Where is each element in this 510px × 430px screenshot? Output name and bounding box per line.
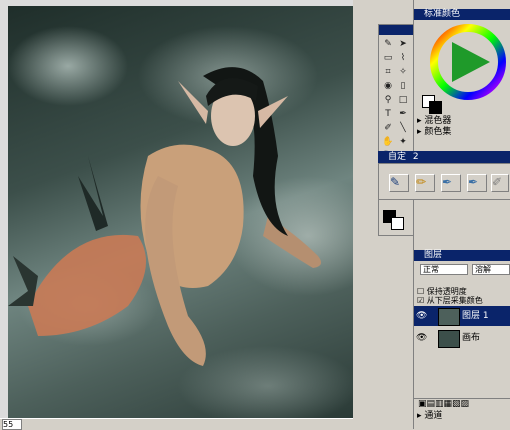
pen-tool-icon[interactable]: ✒ [397, 108, 409, 120]
layer-thumbnail [438, 330, 460, 348]
brush-tool-icon[interactable]: ✎ [382, 38, 394, 50]
painting-canvas[interactable] [8, 6, 353, 418]
shape-tool-icon[interactable]: □ [397, 94, 409, 106]
status-bar [0, 418, 353, 430]
brush-icon: ✎ [390, 175, 401, 189]
brush-variant-4[interactable]: ✒ [467, 174, 487, 192]
eye-icon[interactable]: 👁 [416, 333, 427, 343]
layer-actions-icons[interactable]: ▣▤▥▦▧▨ [418, 399, 469, 409]
brush-variant-2[interactable]: ✏ [415, 174, 435, 192]
mermaid-painting [8, 67, 322, 366]
blend-mode-select[interactable]: 正常 [420, 264, 468, 275]
select-tool-icon[interactable]: ➤ [397, 38, 409, 50]
pick-up-underlying-label: 从下层采集颜色 [426, 296, 483, 305]
composite-select[interactable]: 溶解 [472, 264, 510, 275]
layer-row-2[interactable]: 👁 画布 [414, 328, 510, 348]
brush-variant-1[interactable]: ✎ [389, 174, 409, 192]
crop-tool-icon[interactable]: ⌗ [382, 66, 394, 78]
magic-wand-icon[interactable]: ✧ [397, 66, 409, 78]
transform-tool-icon[interactable]: ✦ [397, 136, 409, 148]
brush-panel-title-bar[interactable]: 自定 2 [378, 151, 510, 163]
channels-row[interactable]: ▸ 通道 [417, 411, 442, 422]
pen-icon: ✒ [442, 175, 453, 189]
text-tool-icon[interactable]: T [382, 108, 394, 120]
layer-thumbnail [438, 308, 460, 326]
colorset-row[interactable]: ▸ 颜色集 [417, 127, 451, 138]
dropper-tool-icon[interactable]: ⚲ [382, 94, 394, 106]
brush-panel-count: 2 [412, 152, 419, 162]
line-tool-icon[interactable]: ╲ [397, 122, 409, 134]
colorset-label: 颜色集 [424, 127, 452, 137]
layer-row-1[interactable]: 👁 图层 1 [414, 306, 510, 326]
color-wheel[interactable] [428, 22, 508, 102]
zoom-field[interactable]: 55 [2, 419, 22, 430]
pencil-icon: ✏ [416, 175, 427, 189]
color-panel-title: 标准颜色 [424, 9, 461, 19]
toolbox-title-bar[interactable] [379, 25, 413, 35]
secondary-color-swatch[interactable] [391, 217, 404, 230]
layers-panel-title-bar[interactable]: 图层 [414, 250, 510, 261]
layers-toolbar: ▣▤▥▦▧▨ [414, 398, 510, 411]
right-dock: 标准颜色 ▸ 混色器 ▸ 颜色集 自定 2 ✎ ✏ ✒ ✒ ✐ 图层 正常 溶解… [378, 0, 510, 429]
brush-variant-3[interactable]: ✒ [441, 174, 461, 192]
layers-panel-title: 图层 [424, 250, 443, 260]
layer-name: 图层 1 [462, 311, 489, 321]
lasso-tool-icon[interactable]: ⌇ [397, 52, 409, 64]
blender-icon: ✐ [492, 175, 503, 189]
paint-bucket-icon[interactable]: ◉ [382, 80, 394, 92]
brush-panel-title: 自定 [388, 152, 407, 162]
canvas-area [0, 0, 353, 418]
brush-variants: ✎ ✏ ✒ ✒ ✐ [378, 163, 510, 200]
pick-up-underlying-row[interactable]: ☑ 从下层采集颜色 [417, 295, 483, 306]
layer-name: 画布 [462, 333, 481, 343]
color-panel-title-bar[interactable]: 标准颜色 [414, 9, 510, 20]
color-wheel-icon [430, 24, 506, 100]
toolbox-palette: ✎ ➤ ▭ ⌇ ⌗ ✧ ◉ ▯ ⚲ □ T ✒ ✐ ╲ ✋ ✦ 🔍 ☜ [378, 24, 414, 236]
smudge-tool-icon[interactable]: ✋ [382, 136, 394, 148]
color-main-swatch[interactable] [429, 101, 442, 114]
brush-variant-5[interactable]: ✐ [491, 174, 509, 192]
rect-select-icon[interactable]: ▭ [382, 52, 394, 64]
pencil-tool-icon[interactable]: ✐ [382, 122, 394, 134]
eraser-tool-icon[interactable]: ▯ [397, 80, 409, 92]
channels-label: 通道 [424, 411, 443, 421]
mixer-row[interactable]: ▸ 混色器 [417, 116, 451, 127]
eye-icon[interactable]: 👁 [416, 311, 427, 321]
mixer-label: 混色器 [424, 116, 452, 126]
airbrush-icon: ✒ [468, 175, 479, 189]
